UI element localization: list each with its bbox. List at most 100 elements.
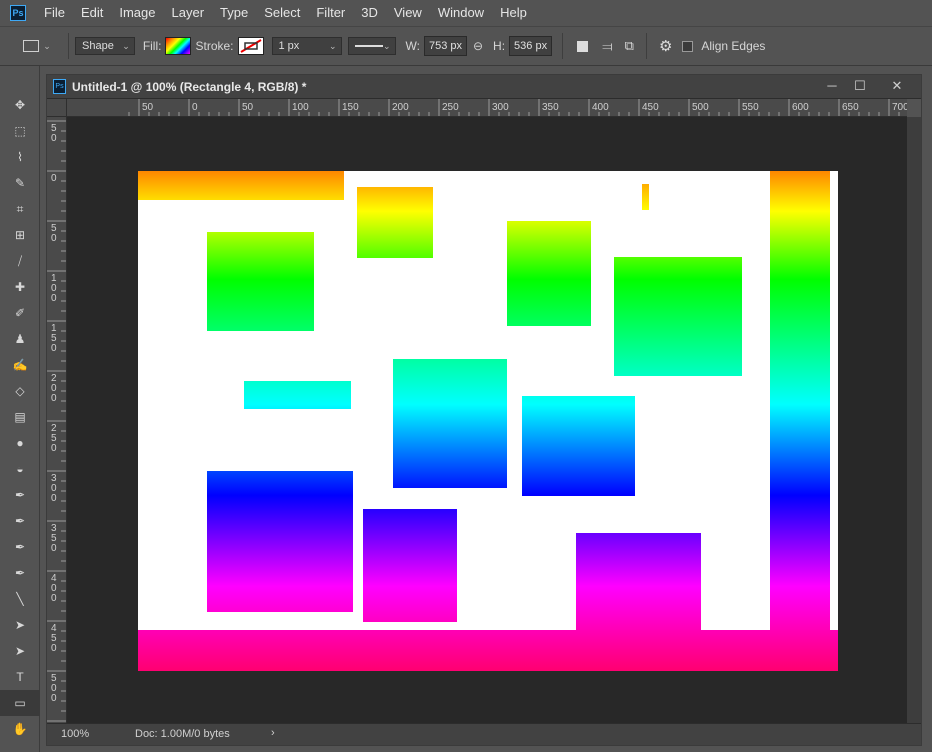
ruler-label: 0 <box>51 343 57 354</box>
freeform-pen-tool-icon[interactable]: ✒ <box>0 508 40 534</box>
menu-3d[interactable]: 3D <box>353 0 386 26</box>
options-bar: ⌄ Shape ⌄ Fill: Stroke: 1 px ⌄ ⌄ W: 753 … <box>0 26 932 66</box>
align-edges-checkbox[interactable] <box>682 40 694 52</box>
ruler-label: 150 <box>342 102 359 113</box>
height-field[interactable]: 536 px <box>509 36 553 56</box>
artboard-svg[interactable] <box>67 117 907 723</box>
photoshop-logo: Ps <box>10 5 26 21</box>
marquee-tool-icon[interactable]: ⬚ <box>0 118 40 144</box>
ruler-label: 600 <box>792 102 809 113</box>
minimize-icon[interactable]: ─ <box>817 77 847 95</box>
menu-file[interactable]: File <box>36 0 73 26</box>
gradient-rectangle[interactable] <box>507 221 591 326</box>
menu-window[interactable]: Window <box>430 0 492 26</box>
menu-type[interactable]: Type <box>212 0 256 26</box>
curvature-pen-tool-icon[interactable]: ✒ <box>0 560 40 586</box>
ruler-label: 0 <box>51 643 57 654</box>
gradient-rectangle[interactable] <box>576 533 701 631</box>
menu-edit[interactable]: Edit <box>73 0 111 26</box>
gradient-tool-icon[interactable]: ▤ <box>0 404 40 430</box>
fill-swatch[interactable] <box>165 37 192 55</box>
menu-bar: Ps File Edit Image Layer Type Select Filter 3D V… <box>0 0 932 26</box>
eraser-tool-icon[interactable]: ◇ <box>0 378 40 404</box>
gradient-rectangle[interactable] <box>522 396 635 496</box>
line-tool-icon[interactable]: ╲ <box>0 586 40 612</box>
ruler-label: 0 <box>51 133 57 144</box>
quick-select-tool-icon[interactable]: ✎ <box>0 170 40 196</box>
direct-select-tool-icon[interactable]: ➤ <box>0 638 40 664</box>
move-tool-icon[interactable]: ✥ <box>0 92 40 118</box>
vertical-ruler[interactable]: 50050100150200250300350400450500 <box>47 117 67 723</box>
menu-help[interactable]: Help <box>492 0 535 26</box>
ruler-label: 0 <box>51 233 57 244</box>
lasso-tool-icon[interactable]: ⌇ <box>0 144 40 170</box>
rectangle-tool-icon[interactable]: ▭ <box>0 690 40 716</box>
stroke-swatch[interactable] <box>237 37 264 55</box>
status-bar: 100% Doc: 1.00M/0 bytes › <box>47 723 921 745</box>
path-select-tool-icon[interactable]: ➤ <box>0 612 40 638</box>
gradient-rectangle[interactable] <box>138 630 838 671</box>
gradient-rectangle[interactable] <box>244 381 351 409</box>
frame-tool-icon[interactable]: ⊞ <box>0 222 40 248</box>
stroke-width-value: 1 px <box>278 40 300 52</box>
stroke-width-field[interactable]: 1 px ⌄ <box>271 37 342 55</box>
gradient-rectangle[interactable] <box>363 509 457 622</box>
menu-select[interactable]: Select <box>256 0 308 26</box>
ruler-label: 0 <box>51 443 57 454</box>
eyedropper-tool-icon[interactable]: ⧸ <box>0 248 40 274</box>
ruler-label: 700 <box>892 102 907 113</box>
gradient-rectangle[interactable] <box>207 471 353 612</box>
ruler-label: 0 <box>51 593 57 604</box>
path-arrangement-icon[interactable]: ⧉ <box>625 38 634 54</box>
width-field[interactable]: 753 px <box>423 36 467 56</box>
width-label: W: <box>405 39 420 53</box>
restore-icon[interactable]: ☐ <box>845 77 875 95</box>
horizontal-ruler[interactable]: 50 0 50 100 150 200 250 300 350 400 450 500 550 600 65… <box>67 99 907 117</box>
menu-view[interactable]: View <box>386 0 430 26</box>
healing-tool-icon[interactable]: ✚ <box>0 274 40 300</box>
tool-preset-picker[interactable]: ⌄ <box>12 31 62 61</box>
crop-tool-icon[interactable]: ⌗ <box>0 196 40 222</box>
stroke-type-select[interactable]: ⌄ <box>347 37 396 55</box>
dodge-tool-icon[interactable]: ◒ <box>0 456 40 482</box>
pen-tool-icon[interactable]: ✒ <box>0 482 40 508</box>
gradient-rectangle[interactable] <box>357 187 433 258</box>
gradient-rectangle[interactable] <box>614 257 742 376</box>
separator <box>645 33 647 59</box>
add-anchor-tool-icon[interactable]: ✒ <box>0 534 40 560</box>
ruler-label: 550 <box>742 102 759 113</box>
separator <box>68 33 69 59</box>
ruler-label: 50 <box>142 102 154 113</box>
ruler-label: 200 <box>392 102 409 113</box>
gradient-rectangle[interactable] <box>642 184 649 210</box>
separator <box>562 33 564 59</box>
history-brush-tool-icon[interactable]: ✍ <box>0 352 40 378</box>
menu-filter[interactable]: Filter <box>308 0 353 26</box>
type-tool-icon[interactable]: T <box>0 664 40 690</box>
close-icon[interactable]: ✕ <box>882 77 912 95</box>
gradient-rectangle[interactable] <box>138 171 344 200</box>
blur-tool-icon[interactable]: ● <box>0 430 40 456</box>
menu-layer[interactable]: Layer <box>164 0 213 26</box>
vertical-scrollbar[interactable] <box>907 117 921 723</box>
hand-tool-icon[interactable]: ✋ <box>0 716 40 742</box>
canvas-area[interactable] <box>67 117 907 723</box>
path-alignment-icon[interactable]: ⫤ <box>602 38 613 55</box>
document-icon: Ps <box>53 79 66 94</box>
ruler-label: 500 <box>692 102 709 113</box>
gradient-rectangle[interactable] <box>393 359 507 488</box>
path-operations-icon[interactable] <box>577 40 589 52</box>
chevron-down-icon: ⌄ <box>122 41 130 51</box>
zoom-level[interactable]: 100% <box>61 728 89 740</box>
ruler-label: 0 <box>51 693 57 704</box>
stamp-tool-icon[interactable]: ♟ <box>0 326 40 352</box>
gradient-rectangle[interactable] <box>207 232 314 331</box>
gradient-rectangle[interactable] <box>770 171 830 631</box>
document-tab[interactable]: Ps Untitled-1 @ 100% (Rectangle 4, RGB/8… <box>47 75 921 99</box>
gear-icon[interactable]: ⚙ <box>659 37 672 55</box>
link-icon[interactable]: ⊖ <box>473 39 483 53</box>
brush-tool-icon[interactable]: ✐ <box>0 300 40 326</box>
shape-mode-select[interactable]: Shape ⌄ <box>75 37 135 55</box>
menu-image[interactable]: Image <box>111 0 163 26</box>
chevron-right-icon[interactable]: › <box>271 727 275 739</box>
